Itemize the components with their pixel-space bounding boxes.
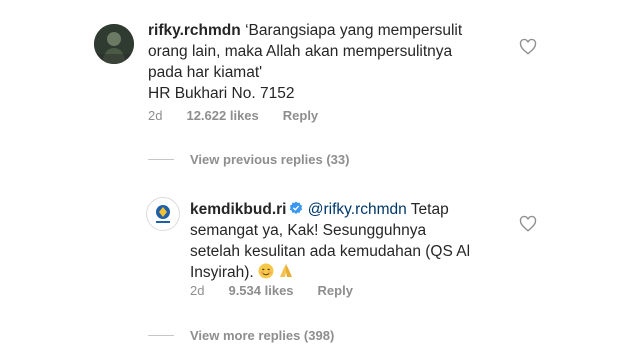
comment-line: Insyirah). <box>190 264 254 281</box>
folded-hands-emoji <box>280 264 293 277</box>
reply-button[interactable]: Reply <box>283 108 318 123</box>
likes-count[interactable]: 9.534 likes <box>228 283 293 298</box>
comment-age: 2d <box>190 283 205 298</box>
likes-count[interactable]: 12.622 likes <box>186 108 258 123</box>
smiling-face-emoji <box>258 263 274 279</box>
username-rifky[interactable]: rifky.rchmdn <box>148 22 241 39</box>
view-more-replies[interactable]: View more replies (398) <box>148 328 334 343</box>
comment-text-rifky: rifky.rchmdn ‘Barangsiapa yang mempersul… <box>148 20 462 104</box>
comment-line: Tetap <box>406 201 449 218</box>
comment-line: ‘Barangsiapa yang mempersulit <box>245 22 463 39</box>
replies-divider <box>148 159 174 160</box>
avatar-rifky[interactable] <box>94 24 134 64</box>
mention-link[interactable]: @rifky.rchmdn <box>308 201 407 218</box>
comment-text-kemdikbud: kemdikbud.ri @rifky.rchmdn Tetap semanga… <box>190 199 470 283</box>
comment-line: semangat ya, Kak! Sesungguhnya <box>190 222 427 239</box>
avatar-kemdikbud[interactable] <box>146 197 180 231</box>
comment-line: HR Bukhari No. 7152 <box>148 85 295 102</box>
comment-meta-rifky: 2d 12.622 likes Reply <box>148 108 318 123</box>
comment-line: setelah kesulitan ada kemudahan (QS Al <box>190 243 471 260</box>
reply-button[interactable]: Reply <box>318 283 353 298</box>
comment-line: orang lain, maka Allah akan mempersulitn… <box>148 43 453 60</box>
view-previous-label[interactable]: View previous replies (33) <box>190 152 349 167</box>
comment-line: pada har kiamat' <box>148 64 263 81</box>
comment-age: 2d <box>148 108 163 123</box>
username-kemdikbud[interactable]: kemdikbud.ri <box>190 201 286 218</box>
verified-badge-icon <box>290 201 303 215</box>
heart-outline-icon[interactable] <box>519 38 537 56</box>
replies-divider <box>148 335 174 336</box>
view-more-label[interactable]: View more replies (398) <box>190 328 334 343</box>
kemdikbud-logo <box>148 199 178 229</box>
heart-outline-icon[interactable] <box>519 215 537 233</box>
avatar-photo <box>94 24 134 64</box>
view-previous-replies[interactable]: View previous replies (33) <box>148 152 349 167</box>
comment-meta-kemdikbud: 2d 9.534 likes Reply <box>190 283 353 298</box>
